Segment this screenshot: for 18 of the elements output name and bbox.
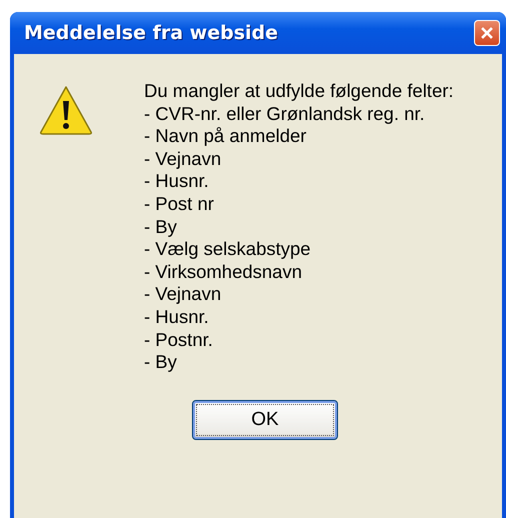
message-heading: Du mangler at udfylde følgende felter: xyxy=(144,80,454,103)
missing-field-item: - Husnr. xyxy=(144,306,210,329)
missing-field-item: - By xyxy=(144,351,178,374)
close-button[interactable] xyxy=(474,20,500,46)
missing-field-item: - By xyxy=(144,216,178,238)
window-title: Meddelelse fra webside xyxy=(24,22,278,44)
warning-icon xyxy=(38,84,94,136)
missing-field-item: - Husnr. xyxy=(144,170,210,193)
close-icon xyxy=(480,26,494,40)
missing-field-item: - Navn på anmelder xyxy=(144,125,308,148)
missing-field-item: - Post nr xyxy=(144,192,215,216)
ok-button[interactable]: OK xyxy=(192,400,338,440)
missing-field-item: - Vælg selskabstype xyxy=(144,238,312,261)
missing-field-item: - CVR-nr. eller Grønlandsk reg. nr. xyxy=(144,102,426,126)
missing-field-item: - Vejnavn xyxy=(144,148,222,170)
missing-field-item: - Vejnavn xyxy=(144,283,222,306)
missing-field-item: - Postnr. xyxy=(144,328,214,352)
missing-field-item: - Virksomhedsnavn xyxy=(144,260,304,284)
